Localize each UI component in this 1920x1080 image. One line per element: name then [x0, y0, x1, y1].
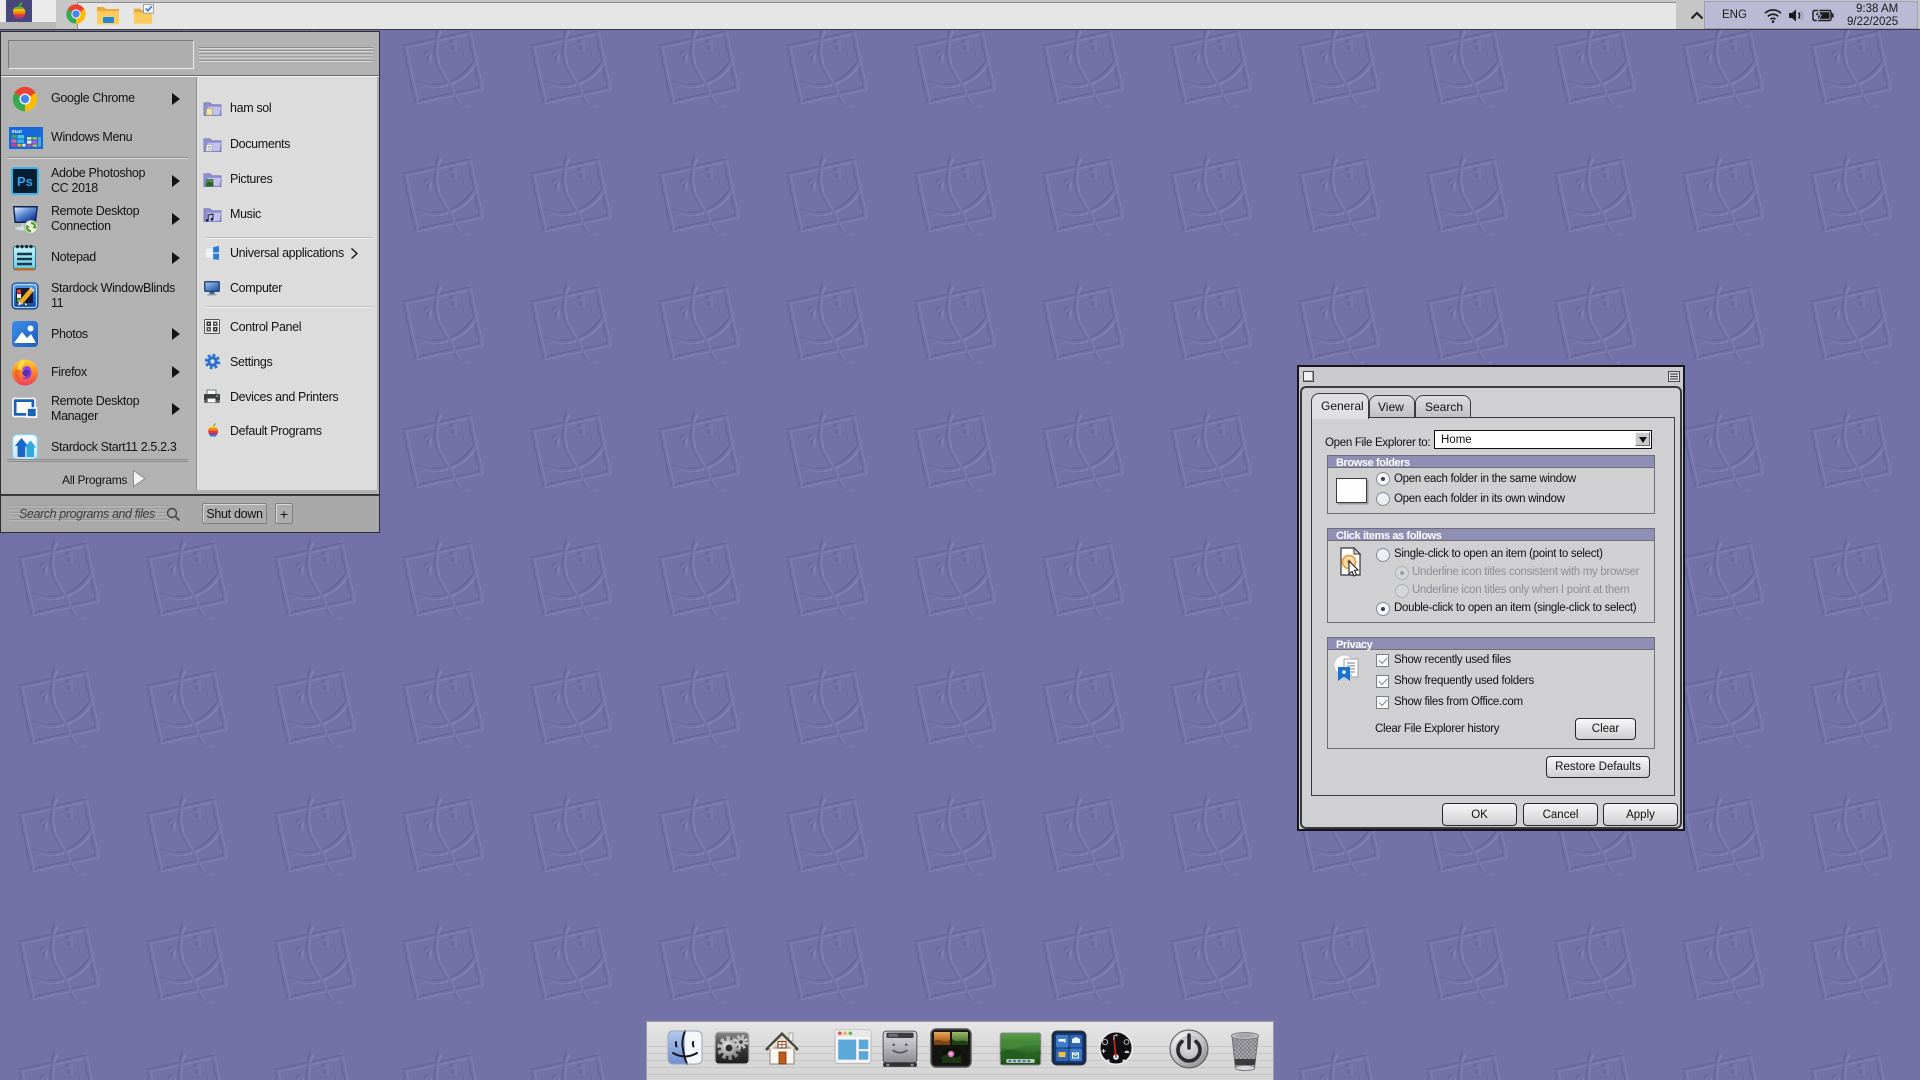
svg-text:Start: Start: [12, 129, 23, 134]
